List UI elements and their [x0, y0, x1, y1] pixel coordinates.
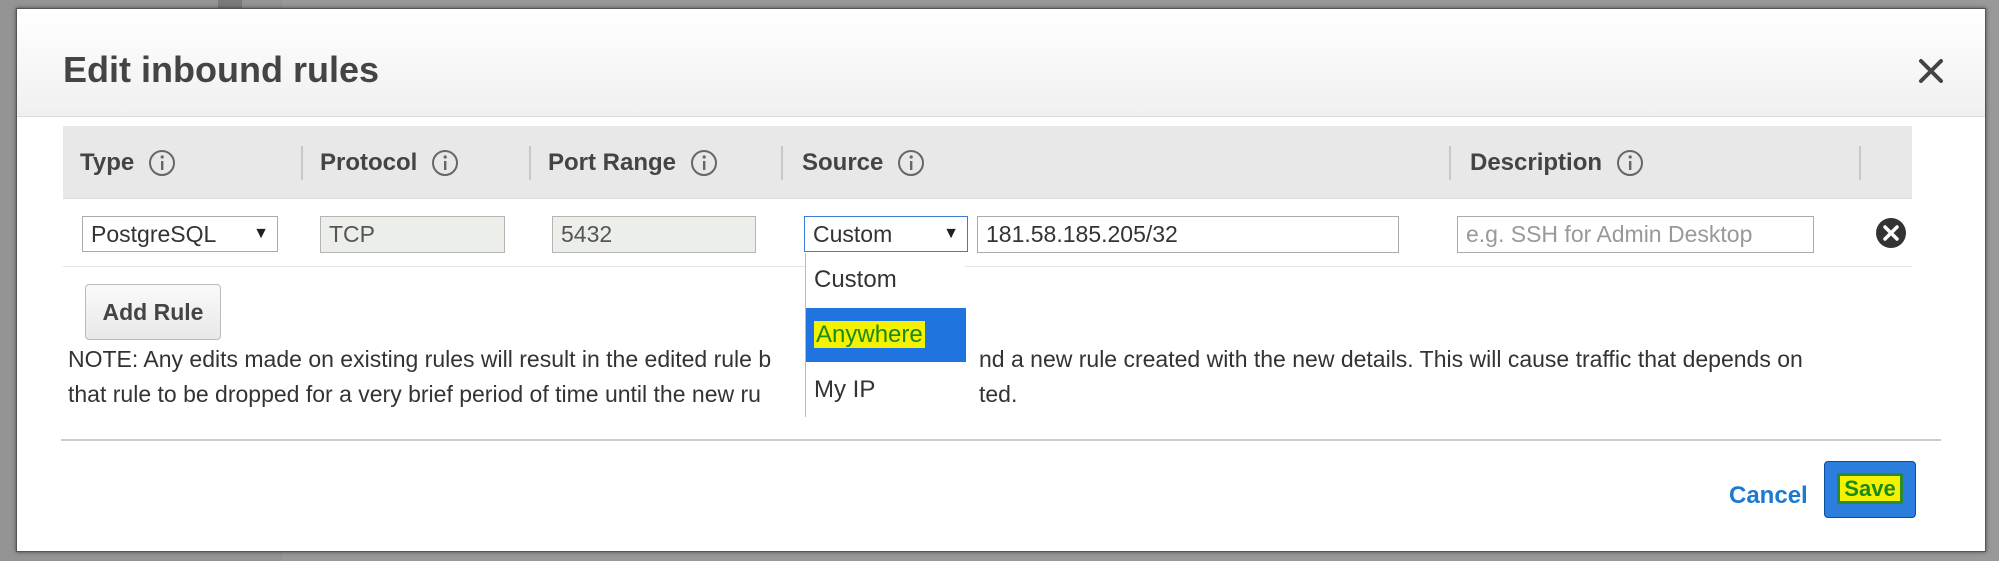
note-text-line-1b: nd a new rule created with the new detai… — [979, 346, 1803, 372]
note-text-line-2a: that rule to be dropped for a very brief… — [68, 381, 761, 407]
type-select-value: PostgreSQL — [91, 221, 217, 247]
source-option-anywhere-label: Anywhere — [814, 321, 925, 348]
header-type-label: Type — [80, 148, 135, 176]
modal-title: Edit inbound rules — [63, 49, 379, 90]
info-icon[interactable] — [897, 149, 925, 177]
source-cidr-input[interactable]: 181.58.185.205/32 — [977, 216, 1399, 253]
source-option-custom[interactable]: Custom — [806, 253, 966, 307]
caret-down-icon: ▼ — [253, 225, 269, 242]
header-type: Type — [80, 126, 176, 199]
column-divider — [1449, 146, 1451, 180]
source-select-value: Custom — [813, 221, 893, 247]
footer-divider — [61, 439, 1941, 441]
close-icon[interactable] — [1915, 55, 1947, 87]
save-button[interactable]: Save — [1824, 461, 1916, 518]
source-option-my-ip[interactable]: My IP — [806, 363, 966, 417]
note-text-line-1a: NOTE: Any edits made on existing rules w… — [68, 346, 772, 372]
info-icon[interactable] — [148, 149, 176, 177]
source-option-anywhere[interactable]: Anywhere — [806, 308, 966, 362]
edit-inbound-rules-modal: Edit inbound rules Type Protocol Port Ra… — [16, 8, 1986, 552]
note-text-line-2b: ted. — [979, 381, 1018, 407]
description-input[interactable]: e.g. SSH for Admin Desktop — [1457, 216, 1814, 253]
header-description: Description — [1470, 126, 1644, 199]
info-icon[interactable] — [1616, 149, 1644, 177]
header-source: Source — [802, 126, 925, 199]
rules-table-header: Type Protocol Port Range Source Descript… — [63, 126, 1912, 199]
column-divider — [301, 146, 303, 180]
header-description-label: Description — [1470, 148, 1603, 176]
remove-rule-icon[interactable] — [1875, 217, 1907, 249]
protocol-field: TCP — [320, 216, 505, 253]
header-source-label: Source — [802, 148, 884, 176]
add-rule-button[interactable]: Add Rule — [85, 284, 221, 340]
info-icon[interactable] — [690, 149, 718, 177]
source-dropdown-list: Custom Anywhere My IP — [805, 253, 966, 417]
header-protocol: Protocol — [320, 126, 459, 199]
save-button-label: Save — [1840, 476, 1900, 501]
column-divider — [1859, 146, 1861, 180]
column-divider — [529, 146, 531, 180]
caret-down-icon: ▼ — [943, 225, 959, 242]
modal-header: Edit inbound rules — [17, 9, 1985, 117]
header-port-range-label: Port Range — [548, 148, 677, 176]
port-range-field: 5432 — [552, 216, 756, 253]
source-select[interactable]: Custom ▼ — [804, 216, 968, 252]
column-divider — [781, 146, 783, 180]
header-protocol-label: Protocol — [320, 148, 418, 176]
cancel-button[interactable]: Cancel — [1729, 482, 1808, 510]
header-port-range: Port Range — [548, 126, 718, 199]
type-select[interactable]: PostgreSQL ▼ — [82, 216, 278, 252]
table-row: PostgreSQL ▼ TCP 5432 Custom ▼ 181.58.18… — [63, 199, 1912, 267]
info-icon[interactable] — [431, 149, 459, 177]
